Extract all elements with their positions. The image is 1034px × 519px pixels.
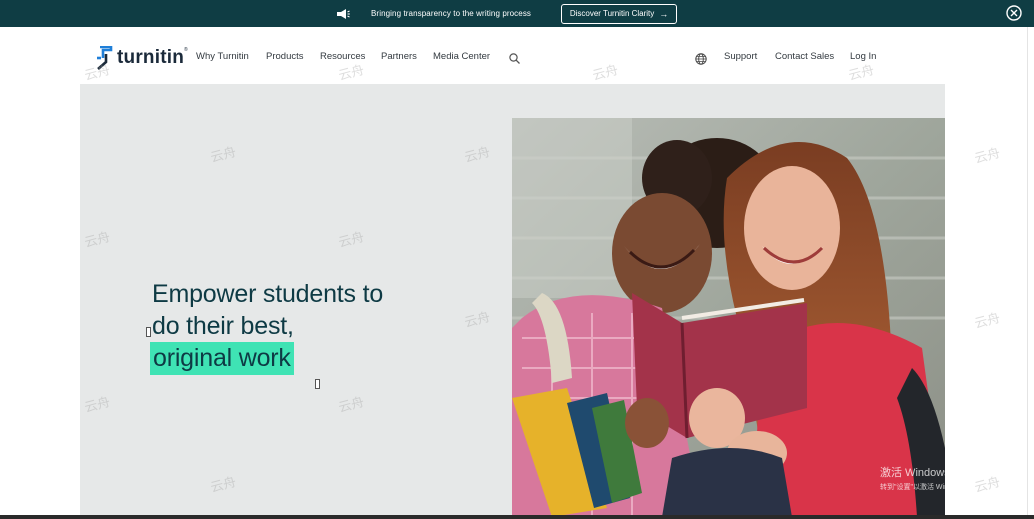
nav-support[interactable]: Support: [724, 51, 757, 62]
hero-photo-students: [512, 118, 945, 517]
arrow-right-icon: →: [659, 8, 669, 19]
logo-text: turnitin®: [117, 47, 188, 68]
close-circle-icon[interactable]: [1006, 5, 1022, 21]
watermark: 云舟: [336, 228, 366, 251]
nav-contact-sales[interactable]: Contact Sales: [775, 51, 834, 62]
hero-section: Empower students to do their best, origi…: [80, 84, 945, 517]
nav-why-turnitin[interactable]: Why Turnitin: [196, 51, 249, 62]
selection-handle-end[interactable]: [315, 379, 320, 389]
announcement-content: Bringing transparency to the writing pro…: [336, 0, 678, 27]
watermark: 云舟: [336, 393, 366, 416]
watermark: 云舟: [208, 143, 238, 166]
hero-headline-line1: Empower students to: [152, 280, 384, 308]
nav-products[interactable]: Products: [266, 51, 304, 62]
nav-media-center[interactable]: Media Center: [433, 51, 490, 62]
announcement-text: Bringing transparency to the writing pro…: [371, 9, 532, 18]
page-scroll-edge: [1027, 27, 1034, 517]
watermark: 云舟: [972, 473, 1002, 496]
windows-activation-title: 激活 Windows: [880, 467, 950, 479]
watermark: 云舟: [462, 143, 492, 166]
watermark: 云舟: [972, 144, 1002, 167]
announcement-bar: Bringing transparency to the writing pro…: [0, 0, 1034, 27]
nav-partners[interactable]: Partners: [381, 51, 417, 62]
window-bottom-edge: [0, 515, 1034, 519]
hero-headline-line2: do their best,: [152, 312, 294, 340]
watermark: 云舟: [208, 473, 238, 496]
search-icon[interactable]: [509, 53, 520, 64]
discover-clarity-label: Discover Turnitin Clarity: [569, 9, 655, 18]
watermark: 云舟: [462, 308, 492, 331]
watermark: 云舟: [972, 309, 1002, 332]
selection-handle-start[interactable]: [146, 327, 151, 337]
megaphone-icon: [337, 8, 350, 19]
windows-activation-subtitle: 转到"设置"以激活 Windows。: [880, 484, 972, 491]
windows-activation-notice: 激活 Windows 转到"设置"以激活 Windows。: [880, 464, 971, 492]
watermark: 云舟: [82, 228, 112, 251]
watermark: 云舟: [82, 393, 112, 416]
discover-clarity-button[interactable]: Discover Turnitin Clarity →: [561, 3, 678, 24]
hero-headline: Empower students to do their best, origi…: [150, 278, 384, 375]
globe-icon[interactable]: [695, 53, 707, 65]
hero-headline-highlight[interactable]: original work: [150, 342, 294, 375]
